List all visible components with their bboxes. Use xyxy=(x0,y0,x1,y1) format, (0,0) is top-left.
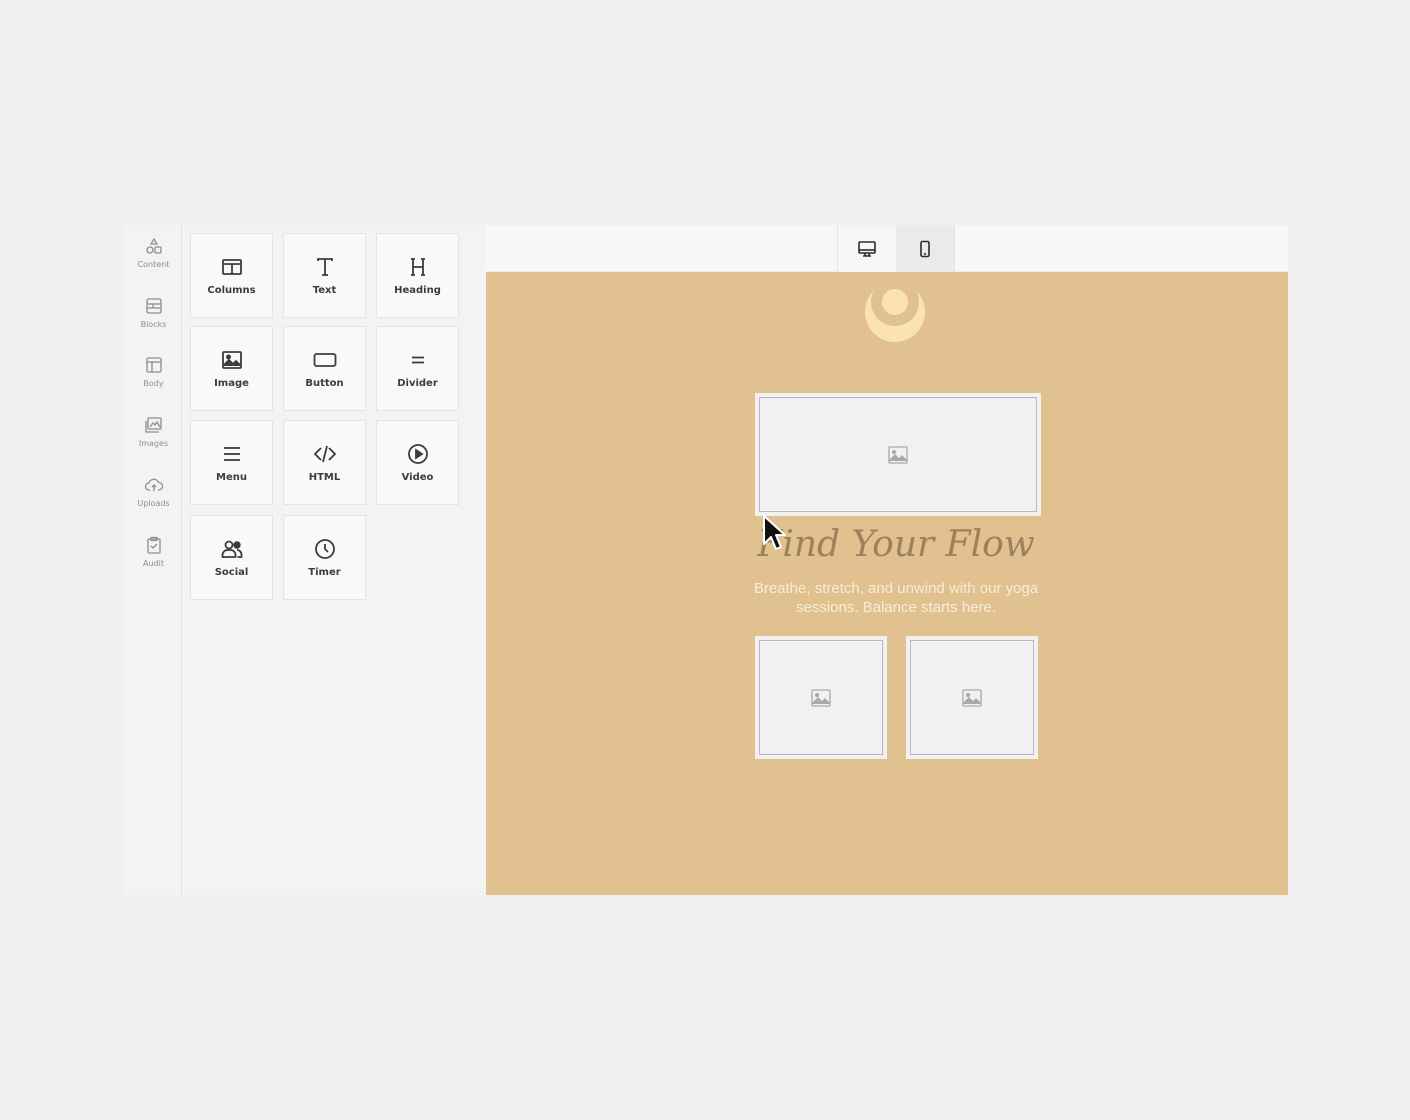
tool-social[interactable]: Social xyxy=(190,515,273,600)
heading-icon xyxy=(410,258,425,276)
cloud-upload-icon xyxy=(144,478,163,491)
email-editor: Content Blocks Body Images Uploads Audit… xyxy=(125,225,1288,895)
blocks-icon xyxy=(145,298,162,314)
tool-label: Timer xyxy=(308,567,341,578)
desktop-icon xyxy=(858,240,876,257)
images-icon xyxy=(144,417,162,433)
tool-columns[interactable]: Columns xyxy=(190,233,273,318)
content-tools-panel: Columns Text Heading Image Button Divide… xyxy=(182,225,486,895)
mouse-cursor-icon xyxy=(763,515,786,550)
sidebar-item-label: Blocks xyxy=(140,320,167,329)
sidebar-item-blocks[interactable]: Blocks xyxy=(125,297,182,347)
tool-label: Button xyxy=(305,378,344,389)
image-placeholder-right[interactable] xyxy=(906,636,1038,759)
sidebar-item-label: Uploads xyxy=(137,499,170,508)
tool-image[interactable]: Image xyxy=(190,326,273,411)
sidebar-item-label: Body xyxy=(143,379,164,388)
tool-label: Social xyxy=(214,567,249,578)
tool-button[interactable]: Button xyxy=(283,326,366,411)
sidebar-item-label: Images xyxy=(138,439,169,448)
tool-label: HTML xyxy=(308,472,341,483)
divider-icon xyxy=(411,356,424,364)
tool-timer[interactable]: Timer xyxy=(283,515,366,600)
tool-menu[interactable]: Menu xyxy=(190,420,273,505)
tool-heading[interactable]: Heading xyxy=(376,233,459,318)
email-canvas[interactable]: Find Your Flow Breathe, stretch, and unw… xyxy=(486,272,1288,895)
sidebar-item-audit[interactable]: Audit xyxy=(125,536,182,586)
tool-divider[interactable]: Divider xyxy=(376,326,459,411)
columns-icon xyxy=(221,259,242,275)
tool-label: Text xyxy=(312,285,337,296)
tool-html[interactable]: HTML xyxy=(283,420,366,505)
tool-label: Divider xyxy=(397,378,438,389)
sidebar-item-uploads[interactable]: Uploads xyxy=(125,476,182,526)
sidebar-item-label: Audit xyxy=(143,559,164,568)
tool-label: Menu xyxy=(216,472,247,483)
code-icon xyxy=(313,445,336,463)
tool-video[interactable]: Video xyxy=(376,420,459,505)
mobile-view-button[interactable] xyxy=(896,225,955,272)
sidebar-item-body[interactable]: Body xyxy=(125,356,182,406)
image-placeholder-left[interactable] xyxy=(755,636,887,759)
image-icon xyxy=(221,351,242,369)
menu-icon xyxy=(223,447,240,461)
layout-icon xyxy=(145,357,162,373)
image-placeholder-frame xyxy=(759,640,883,755)
moon-logo-icon xyxy=(865,282,925,342)
sidebar-item-content[interactable]: Content xyxy=(125,237,182,287)
clock-icon xyxy=(314,539,335,559)
button-icon xyxy=(313,353,336,367)
tool-label: Heading xyxy=(394,285,441,296)
image-placeholder-frame xyxy=(910,640,1034,755)
sidebar-rail: Content Blocks Body Images Uploads Audit xyxy=(125,225,182,895)
tool-label: Columns xyxy=(207,285,256,296)
mobile-icon xyxy=(920,240,930,257)
tool-text[interactable]: Text xyxy=(283,233,366,318)
users-icon xyxy=(221,540,242,558)
sidebar-item-label: Content xyxy=(137,260,170,269)
image-placeholder-icon xyxy=(962,688,982,707)
shapes-icon xyxy=(145,237,162,254)
email-subtext[interactable]: Breathe, stretch, and unwind with our yo… xyxy=(736,579,1056,617)
sidebar-item-images[interactable]: Images xyxy=(125,416,182,466)
desktop-view-button[interactable] xyxy=(837,225,896,272)
play-circle-icon xyxy=(407,444,428,464)
tool-label: Video xyxy=(401,472,434,483)
image-placeholder-icon xyxy=(811,688,831,707)
image-placeholder-hero[interactable] xyxy=(755,393,1041,516)
image-placeholder-frame xyxy=(759,397,1037,512)
image-placeholder-icon xyxy=(888,445,908,464)
tool-label: Image xyxy=(214,378,249,389)
canvas-toolbar xyxy=(486,225,1288,272)
text-icon xyxy=(316,258,333,276)
clipboard-check-icon xyxy=(146,536,161,554)
